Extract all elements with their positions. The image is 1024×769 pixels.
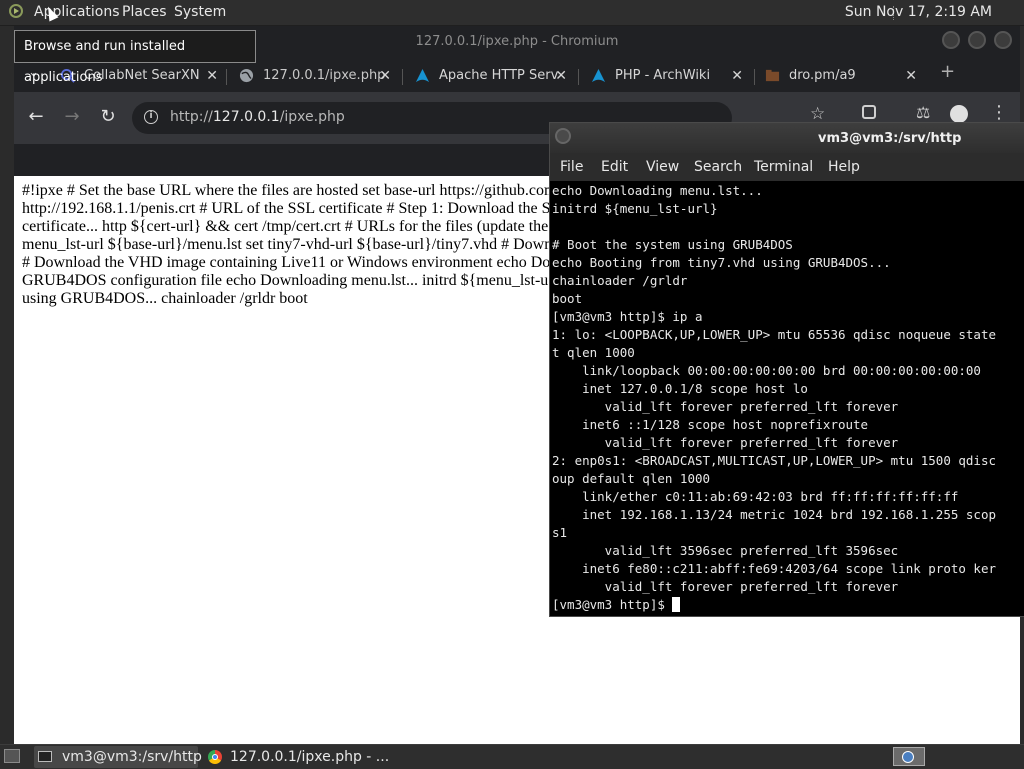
forward-arrow-icon[interactable]: → <box>60 106 84 127</box>
terminal-menu-view[interactable]: View <box>646 159 679 175</box>
terminal-line: s1 <box>552 525 568 540</box>
terminal-line: initrd ${menu_lst-url} <box>552 201 718 216</box>
reload-icon[interactable]: ↻ <box>96 106 120 127</box>
maximize-button[interactable] <box>968 31 986 49</box>
back-arrow-icon[interactable]: ← <box>24 106 48 127</box>
menu-places[interactable]: Places <box>122 4 167 20</box>
close-button[interactable] <box>994 31 1012 49</box>
tab-separator <box>578 69 579 85</box>
workspace-switcher[interactable] <box>893 747 925 766</box>
terminal-menu-terminal[interactable]: Terminal <box>754 159 813 175</box>
tab-close-icon[interactable]: ✕ <box>905 63 917 89</box>
terminal-line: inet6 ::1/128 scope host noprefixroute <box>552 417 869 432</box>
minimize-button[interactable] <box>942 31 960 49</box>
extensions-icon[interactable] <box>862 105 876 119</box>
terminal-line: valid_lft forever preferred_lft forever <box>552 399 899 414</box>
taskbar-item-chromium[interactable]: 127.0.0.1/ipxe.php - ... <box>200 746 389 768</box>
terminal-close-icon[interactable] <box>555 128 571 144</box>
tab-separator <box>226 69 227 85</box>
terminal-menubar: File Edit View Search Terminal Help <box>550 153 1024 181</box>
globe-icon <box>239 68 254 83</box>
clock[interactable]: Sun Nov 17, 2:19 AM <box>845 4 992 20</box>
folder-icon <box>765 69 780 82</box>
terminal-line: valid_lft forever preferred_lft forever <box>552 435 899 450</box>
taskbar-item-label: vm3@vm3:/srv/http <box>62 749 202 765</box>
top-panel: Applications Places System Sun Nov 17, 2… <box>0 0 1024 26</box>
tab-label: dro.pm/a9 <box>789 68 856 83</box>
terminal-line: inet 192.168.1.13/24 metric 1024 brd 192… <box>552 507 997 522</box>
tab-ipxe[interactable]: 127.0.0.1/ipxe.php ✕ <box>239 63 391 89</box>
tab-close-icon[interactable]: ✕ <box>206 63 218 89</box>
distro-logo-icon[interactable] <box>9 4 23 18</box>
applications-tooltip: Browse and run installed applications <box>14 30 256 85</box>
terminal-line: echo Booting from tiny7.vhd using GRUB4D… <box>552 255 891 270</box>
tab-php-archwiki[interactable]: PHP - ArchWiki ✕ <box>591 63 743 89</box>
tab-close-icon[interactable]: ✕ <box>731 63 743 89</box>
tab-label: Apache HTTP Serv <box>439 68 559 83</box>
terminal-line: inet 127.0.0.1/8 scope host lo <box>552 381 808 396</box>
tab-close-icon[interactable]: ✕ <box>379 63 391 89</box>
site-info-icon[interactable]: i <box>144 110 158 124</box>
menu-kebab-icon[interactable]: ⋮ <box>990 102 1008 123</box>
terminal-line: inet6 fe80::c211:abff:fe69:4203/64 scope… <box>552 561 997 576</box>
tab-dropm[interactable]: dro.pm/a9 ✕ <box>765 63 917 89</box>
profile-avatar-icon[interactable] <box>950 105 968 123</box>
tab-strip: ⌄ CollabNet SearXN ✕ 127.0.0.1/ipxe.php … <box>14 58 1020 92</box>
terminal-titlebar[interactable]: vm3@vm3:/srv/http <box>550 123 1024 153</box>
terminal-window[interactable]: vm3@vm3:/srv/http File Edit View Search … <box>549 122 1024 617</box>
bottom-taskbar: vm3@vm3:/srv/http 127.0.0.1/ipxe.php - .… <box>0 744 1024 769</box>
show-desktop-icon[interactable] <box>4 749 20 763</box>
tab-label: PHP - ArchWiki <box>615 68 711 83</box>
terminal-line: [vm3@vm3 http]$ ip a <box>552 309 703 324</box>
terminal-title: vm3@vm3:/srv/http <box>818 131 962 146</box>
terminal-menu-edit[interactable]: Edit <box>601 159 628 175</box>
chromium-icon <box>208 750 222 764</box>
terminal-line: valid_lft forever preferred_lft forever <box>552 579 899 594</box>
terminal-line: oup default qlen 1000 <box>552 471 711 486</box>
tab-label: 127.0.0.1/ipxe.php <box>263 68 386 83</box>
terminal-line: t qlen 1000 <box>552 345 635 360</box>
terminal-prompt: [vm3@vm3 http]$ <box>552 597 673 612</box>
taskbar-item-label: 127.0.0.1/ipxe.php - ... <box>230 749 390 765</box>
tab-close-icon[interactable]: ✕ <box>555 63 567 89</box>
terminal-line: link/ether c0:11:ab:69:42:03 brd ff:ff:f… <box>552 489 959 504</box>
terminal-line: boot <box>552 291 583 306</box>
tab-separator <box>754 69 755 85</box>
menu-system[interactable]: System <box>174 4 226 20</box>
terminal-prompt-line[interactable]: [vm3@vm3 http]$ <box>552 596 1024 614</box>
url-text[interactable]: http://127.0.0.1/ipxe.php <box>170 109 345 125</box>
terminal-line: chainloader /grldr <box>552 273 688 288</box>
taskbar-item-terminal[interactable]: vm3@vm3:/srv/http <box>34 746 202 768</box>
terminal-line: link/loopback 00:00:00:00:00:00 brd 00:0… <box>552 363 981 378</box>
terminal-line: echo Downloading menu.lst... <box>552 183 763 198</box>
terminal-line: 2: enp0s1: <BROADCAST,MULTICAST,UP,LOWER… <box>552 453 997 468</box>
tab-separator <box>402 69 403 85</box>
terminal-line: 1: lo: <LOOPBACK,UP,LOWER_UP> mtu 65536 … <box>552 327 997 342</box>
bookmark-star-icon[interactable]: ☆ <box>810 104 825 124</box>
terminal-line: # Boot the system using GRUB4DOS <box>552 237 793 252</box>
terminal-output[interactable]: echo Downloading menu.lst... initrd ${men… <box>552 182 1024 616</box>
terminal-menu-help[interactable]: Help <box>828 159 860 175</box>
labs-flask-icon[interactable]: ⚖ <box>916 103 930 122</box>
new-tab-icon[interactable]: + <box>940 61 955 82</box>
arch-icon <box>415 68 430 83</box>
terminal-menu-search[interactable]: Search <box>694 159 742 175</box>
terminal-cursor <box>672 597 681 612</box>
terminal-icon <box>38 751 52 762</box>
tab-apache[interactable]: Apache HTTP Serv ✕ <box>415 63 567 89</box>
terminal-menu-file[interactable]: File <box>560 159 583 175</box>
terminal-line: valid_lft 3596sec preferred_lft 3596sec <box>552 543 899 558</box>
arch-icon <box>591 68 606 83</box>
